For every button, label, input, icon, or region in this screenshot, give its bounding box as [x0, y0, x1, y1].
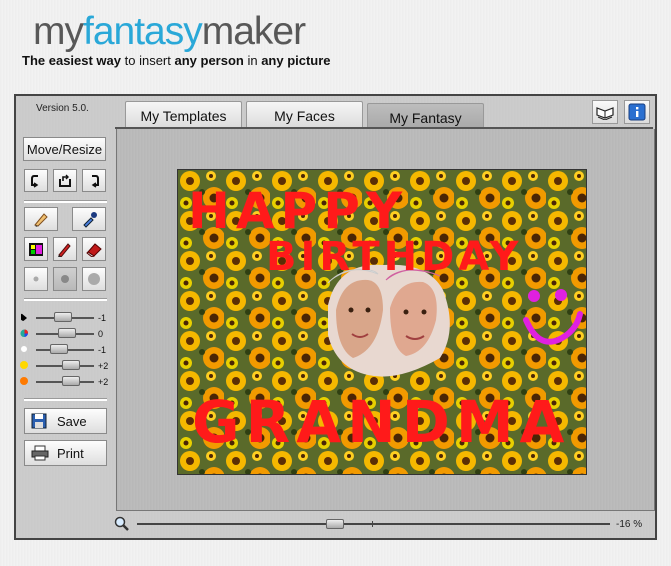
slider-value: +2 [98, 361, 109, 371]
eraser-pencil-icon [34, 213, 48, 227]
app-logo: myfantasymaker [33, 10, 306, 54]
tab-my-fantasy[interactable]: My Fantasy [367, 103, 484, 129]
color-slider[interactable]: 0 [18, 328, 113, 340]
color-swatch-icon [29, 243, 43, 256]
print-button[interactable]: Print [24, 440, 107, 466]
eraser-block-button[interactable] [82, 237, 106, 261]
toolbar-divider [24, 298, 107, 301]
tagline-part: any picture [261, 53, 331, 68]
logo-part-my: my [33, 10, 84, 53]
help-book-button[interactable] [592, 100, 618, 124]
zoom-slider-track[interactable] [137, 523, 610, 525]
painted-text-grandma: GRANDMA [192, 388, 570, 456]
slider-value: -1 [98, 345, 107, 355]
brightness-slider[interactable]: -1 [18, 312, 113, 324]
book-icon [596, 107, 614, 120]
zoom-slider-knob[interactable] [326, 519, 344, 529]
color-picker-button[interactable] [24, 237, 48, 261]
small-dot-icon [33, 276, 39, 282]
flip-icon [59, 174, 71, 187]
tagline-part: in [243, 53, 262, 68]
eraser-tool-button[interactable] [24, 207, 58, 231]
pencil-tool-button[interactable] [53, 237, 77, 261]
zoom-center-tick [372, 521, 373, 527]
pencil-icon [58, 243, 71, 257]
info-icon [628, 103, 646, 121]
flip-button[interactable] [53, 169, 77, 192]
move-resize-button[interactable]: Move/Resize [23, 137, 106, 161]
tagline: The easiest way to insert any person in … [22, 53, 331, 68]
logo-part-maker: maker [201, 10, 306, 53]
tab-my-templates[interactable]: My Templates [125, 101, 242, 127]
save-button[interactable]: Save [24, 408, 107, 434]
yellow-slider[interactable]: +2 [18, 360, 113, 372]
info-button[interactable] [624, 100, 650, 124]
white-dot-icon [20, 345, 28, 353]
slider-knob[interactable] [54, 312, 72, 322]
fantasy-canvas[interactable]: HAPPY BIRTHDAY GRANDMA [177, 169, 587, 475]
zoom-value: -16 % [616, 519, 643, 530]
rotate-right-icon [91, 174, 99, 188]
tagline-part: to insert [121, 53, 175, 68]
white-slider[interactable]: -1 [18, 344, 113, 356]
slider-knob[interactable] [62, 376, 80, 386]
painted-text-birthday: BIRTHDAY [266, 234, 522, 280]
print-label: Print [57, 445, 84, 461]
yellow-dot-icon [20, 361, 28, 369]
tagline-part: easiest way [48, 53, 122, 68]
brush-medium-button[interactable] [53, 267, 77, 291]
rotate-left-icon [31, 174, 39, 188]
zoom-magnifier-icon [114, 516, 129, 531]
save-label: Save [57, 413, 87, 429]
orange-slider[interactable]: +2 [18, 376, 113, 388]
logo-part-fantasy: fantasy [83, 10, 203, 53]
rotate-right-button[interactable] [82, 169, 106, 192]
orange-dot-icon [20, 377, 28, 385]
tagline-part: The [22, 53, 49, 68]
tagline-part: any person [174, 53, 244, 68]
contrast-icon [21, 313, 27, 321]
slider-knob[interactable] [50, 344, 68, 354]
slider-value: -1 [98, 313, 107, 323]
medium-dot-icon [61, 275, 69, 283]
tab-my-faces[interactable]: My Faces [246, 101, 363, 127]
printer-icon [31, 445, 49, 461]
floppy-disk-icon [31, 413, 47, 429]
slider-knob[interactable] [58, 328, 76, 338]
flower-photo-image: HAPPY BIRTHDAY GRANDMA [178, 170, 586, 474]
eyedropper-icon [83, 212, 97, 228]
painted-text-happy: HAPPY [188, 182, 408, 240]
version-label: Version 5.0. [36, 103, 89, 114]
brush-small-button[interactable] [24, 267, 48, 291]
slider-knob[interactable] [62, 360, 80, 370]
slider-value: 0 [98, 329, 104, 339]
brush-large-button[interactable] [82, 267, 106, 291]
large-dot-icon [88, 273, 100, 285]
color-wheel-icon [20, 329, 28, 337]
toolbar-divider [24, 398, 107, 401]
eyedropper-tool-button[interactable] [72, 207, 106, 231]
eraser-icon [86, 243, 102, 257]
slider-value: +2 [98, 377, 109, 387]
toolbar-divider [24, 200, 107, 203]
rotate-left-button[interactable] [24, 169, 48, 192]
